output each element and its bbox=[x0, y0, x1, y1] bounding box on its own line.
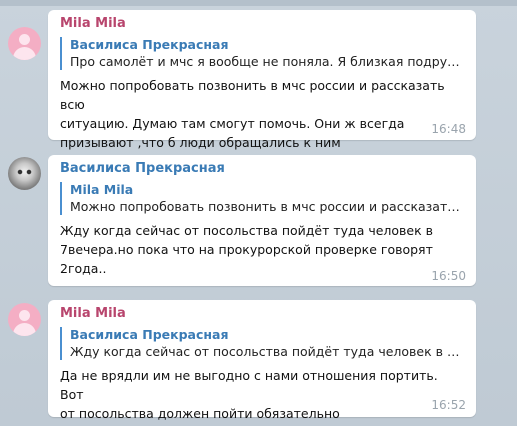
message-time: 16:52 bbox=[431, 398, 466, 412]
sender-name[interactable]: Mila Mila bbox=[60, 16, 464, 32]
message-bubble[interactable]: Mila Mila Василиса Прекрасная Жду когда … bbox=[48, 300, 476, 421]
message-text: Жду когда сейчас от посольства пойдёт ту… bbox=[60, 223, 433, 276]
reply-quote[interactable]: Mila Mila Можно попробовать позвонить в … bbox=[60, 182, 465, 215]
reply-sender-name: Василиса Прекрасная bbox=[70, 327, 229, 342]
reply-text: Про самолёт и мчс я вообще не поняла. Я … bbox=[70, 54, 465, 69]
person-icon bbox=[19, 34, 30, 45]
message-bubble[interactable]: Mila Mila Василиса Прекрасная Про самолё… bbox=[48, 10, 476, 150]
reply-sender-name: Василиса Прекрасная bbox=[70, 37, 229, 52]
message-time: 16:50 bbox=[431, 269, 466, 283]
message-time: 16:48 bbox=[431, 122, 466, 136]
sender-name[interactable]: Василиса Прекрасная bbox=[60, 161, 464, 177]
person-icon bbox=[19, 310, 30, 321]
previous-message-fragment bbox=[0, 0, 517, 6]
avatar[interactable] bbox=[8, 303, 41, 336]
avatar[interactable] bbox=[8, 27, 41, 60]
sender-name[interactable]: Mila Mila bbox=[60, 306, 464, 322]
reply-quote[interactable]: Василиса Прекрасная Жду когда сейчас от … bbox=[60, 327, 465, 360]
reply-text: Можно попробовать позвонить в мчс россии… bbox=[70, 199, 465, 214]
message-text: Да не врядли им не выгодно с нами отноше… bbox=[60, 368, 438, 421]
message-bubble[interactable]: Василиса Прекрасная Mila Mila Можно попр… bbox=[48, 155, 476, 286]
avatar[interactable] bbox=[8, 157, 41, 190]
dog-photo-icon bbox=[17, 168, 32, 176]
reply-text: Жду когда сейчас от посольства пойдёт ту… bbox=[70, 344, 465, 359]
reply-sender-name: Mila Mila bbox=[70, 182, 134, 197]
message-text: Можно попробовать позвонить в мчс россии… bbox=[60, 78, 445, 150]
reply-quote[interactable]: Василиса Прекрасная Про самолёт и мчс я … bbox=[60, 37, 465, 70]
